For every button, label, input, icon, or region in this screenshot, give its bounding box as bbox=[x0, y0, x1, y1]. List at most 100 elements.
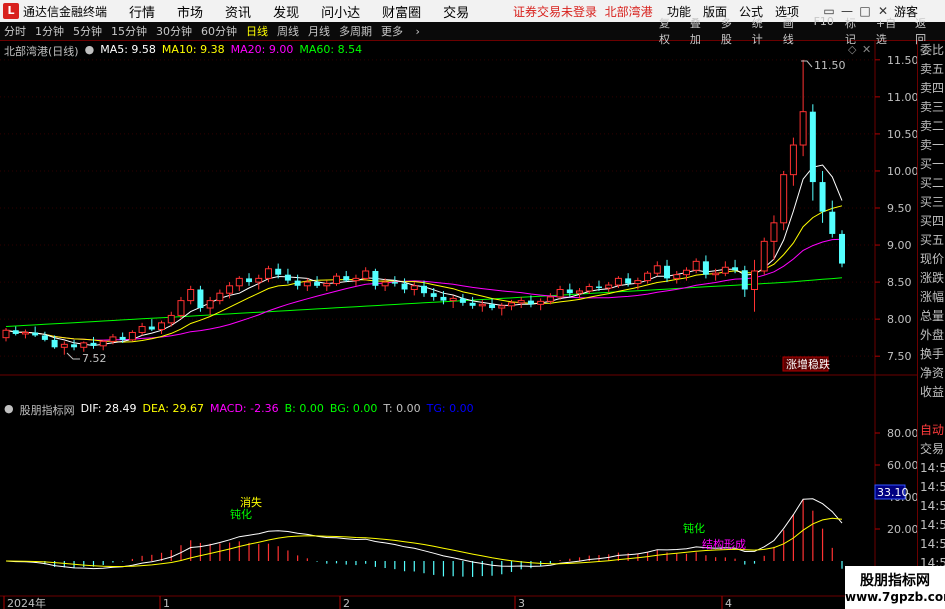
tab-more[interactable]: 更多 › bbox=[381, 23, 420, 39]
candle-body bbox=[158, 322, 166, 331]
macd-axis: 20.0040.0060.0080.00 bbox=[875, 427, 917, 536]
ma20-label: MA20: 9.00 bbox=[230, 43, 294, 56]
menu-news[interactable]: 资讯 bbox=[225, 2, 251, 21]
candle-body bbox=[197, 289, 204, 309]
candle-body bbox=[546, 296, 554, 302]
side-panel-item[interactable]: 净资 bbox=[918, 364, 945, 383]
side-panel-item[interactable]: 买二 bbox=[918, 174, 945, 193]
x-tick-label: 4 bbox=[725, 597, 732, 609]
price-legend: 北部湾港(日线) ● MA5: 9.58 MA10: 9.38 MA20: 9.… bbox=[4, 43, 368, 58]
kline-chart[interactable]: 7.50 8.00 8.50 9.00 9.50 10.00 10.50 11.00 11.50… bbox=[0, 41, 917, 609]
settings-icon: ◇ bbox=[848, 43, 857, 56]
side-panel-item[interactable]: 买三 bbox=[918, 193, 945, 212]
side-panel-item[interactable]: 涨幅 bbox=[918, 288, 945, 307]
side-panel-item[interactable]: 卖四 bbox=[918, 79, 945, 98]
side-panel-item[interactable] bbox=[918, 402, 945, 421]
macd-lines bbox=[5, 498, 843, 570]
side-panel-item[interactable]: 卖二 bbox=[918, 117, 945, 136]
side-panel-item[interactable]: 外盘 bbox=[918, 326, 945, 345]
x-tick-label: 2024年 bbox=[7, 596, 46, 609]
tab-multi-period[interactable]: 多周期 bbox=[339, 23, 372, 39]
macd-tick-label: 20.00 bbox=[887, 523, 917, 536]
candle-body bbox=[372, 270, 379, 286]
side-panel-item[interactable]: 卖一 bbox=[918, 136, 945, 155]
tab-5min[interactable]: 5分钟 bbox=[73, 23, 102, 39]
login-status[interactable]: 证券交易未登录 北部湾港 bbox=[513, 3, 653, 20]
price-tick-label: 7.50 bbox=[887, 350, 912, 363]
close-panel-icon: ✕ bbox=[862, 43, 871, 56]
price-tick-label: 10.50 bbox=[887, 128, 917, 141]
side-panel-item[interactable]: 总量 bbox=[918, 307, 945, 326]
side-panel-item[interactable]: 买一 bbox=[918, 155, 945, 174]
menu-discover[interactable]: 发现 bbox=[273, 2, 299, 21]
ma-toggle-icon: ● bbox=[84, 43, 95, 56]
ma-lines bbox=[5, 164, 843, 347]
menu-quotes[interactable]: 行情 bbox=[129, 2, 155, 21]
candle-body bbox=[517, 300, 525, 304]
tab-30min[interactable]: 30分钟 bbox=[156, 23, 192, 39]
candle-body bbox=[809, 111, 816, 183]
menu-wealth[interactable]: 财富圈 bbox=[382, 2, 421, 21]
side-panel-item[interactable]: 委比 bbox=[918, 41, 945, 60]
menu-market[interactable]: 市场 bbox=[177, 2, 203, 21]
side-panel-item[interactable]: 卖三 bbox=[918, 98, 945, 117]
price-title: 北部湾港(日线) bbox=[4, 45, 79, 58]
candle-body bbox=[362, 270, 370, 279]
candle-body bbox=[634, 280, 642, 285]
menu-ask[interactable]: 问小达 bbox=[321, 2, 360, 21]
low-label: 7.52 bbox=[82, 352, 107, 365]
annotation-blunt-2: 钝化 bbox=[683, 521, 705, 535]
t-label: T: 0.00 bbox=[383, 402, 421, 415]
candle-body bbox=[264, 268, 272, 279]
candle-body bbox=[32, 332, 39, 336]
candle-body bbox=[246, 278, 253, 283]
low-marker: 7.52 bbox=[66, 352, 107, 365]
x-tick-label: 3 bbox=[518, 597, 525, 609]
dea-label: DEA: 29.67 bbox=[142, 402, 204, 415]
side-panel-item: 14:56 bbox=[920, 518, 945, 532]
side-panel-item: 14:56 bbox=[920, 537, 945, 551]
macd-legend: ● 股朋指标网 DIF: 28.49 DEA: 29.67 MACD: -2.3… bbox=[4, 402, 480, 417]
ma5-line bbox=[5, 164, 843, 347]
candle-body bbox=[585, 286, 593, 292]
side-panel-item: 14:56 bbox=[920, 480, 945, 494]
period-toolbar: 分时 1分钟 5分钟 15分钟 30分钟 60分钟 日线 周线 月线 多周期 更… bbox=[0, 15, 945, 46]
x-tick-label: 1 bbox=[163, 597, 170, 609]
candle-body bbox=[177, 300, 185, 316]
side-panel-item[interactable]: 买五 bbox=[918, 231, 945, 250]
candle-body bbox=[303, 281, 311, 287]
tab-1min[interactable]: 1分钟 bbox=[35, 23, 64, 39]
menu-trade[interactable]: 交易 bbox=[443, 2, 469, 21]
price-tick-label: 11.00 bbox=[887, 91, 917, 104]
price-tick-label: 9.00 bbox=[887, 239, 912, 252]
candle-body bbox=[770, 222, 778, 242]
candle-body bbox=[323, 283, 331, 287]
candle-body bbox=[653, 265, 661, 274]
candle-body bbox=[780, 174, 788, 224]
tab-daily[interactable]: 日线 bbox=[246, 23, 268, 39]
annotation-structure: 结构形成 bbox=[702, 537, 746, 551]
side-panel-item[interactable]: 涨跌 bbox=[918, 269, 945, 288]
candles bbox=[2, 59, 845, 355]
candle-body bbox=[556, 289, 564, 298]
candle-body bbox=[226, 285, 234, 294]
tab-monthly[interactable]: 月线 bbox=[308, 23, 330, 39]
candle-body bbox=[187, 289, 195, 302]
tab-60min[interactable]: 60分钟 bbox=[201, 23, 237, 39]
side-panel-item[interactable]: 现价 bbox=[918, 250, 945, 269]
dif-line bbox=[5, 498, 843, 570]
candle-body bbox=[751, 270, 759, 291]
x-tick-label: 2 bbox=[343, 597, 350, 609]
tab-weekly[interactable]: 周线 bbox=[277, 23, 299, 39]
candle-body bbox=[71, 344, 78, 348]
candle-body bbox=[527, 300, 534, 305]
side-panel-item[interactable]: 收益 bbox=[918, 383, 945, 402]
candle-body bbox=[692, 260, 700, 271]
main-menu: 行情 市场 资讯 发现 问小达 财富圈 交易 bbox=[129, 2, 491, 21]
tab-15min[interactable]: 15分钟 bbox=[111, 23, 147, 39]
side-panel-item[interactable]: 买四 bbox=[918, 212, 945, 231]
tab-timeshare[interactable]: 分时 bbox=[4, 23, 26, 39]
b-label: B: 0.00 bbox=[284, 402, 324, 415]
side-panel-item[interactable]: 卖五 bbox=[918, 60, 945, 79]
side-panel-item[interactable]: 换手 bbox=[918, 345, 945, 364]
